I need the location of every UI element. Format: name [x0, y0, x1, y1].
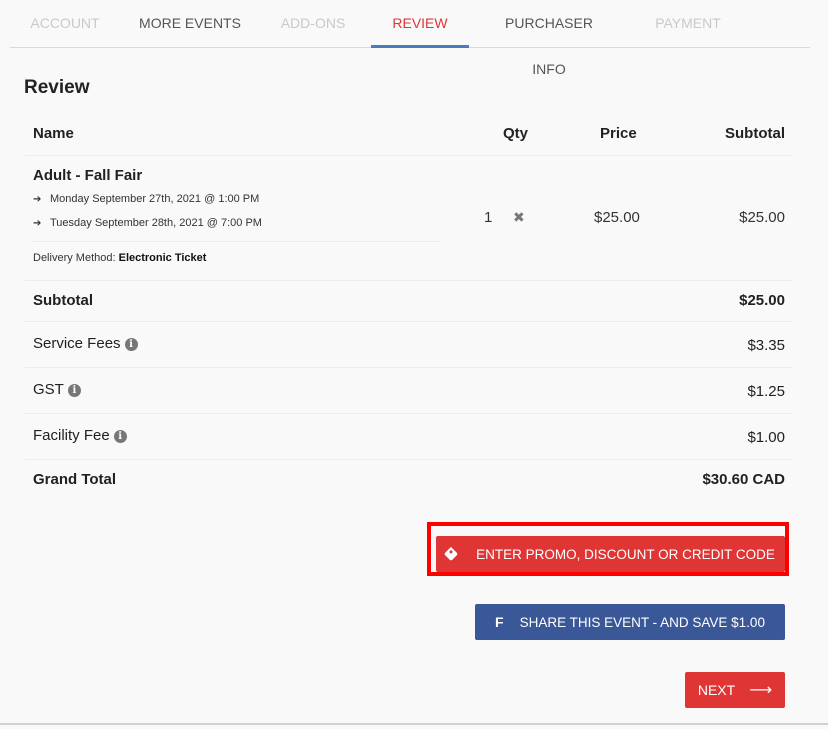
tab-payment[interactable]: PAYMENT: [646, 0, 730, 46]
divider: [25, 280, 792, 281]
tag-icon: [444, 546, 459, 562]
column-header-subtotal: Subtotal: [725, 125, 785, 142]
item-qty: 1: [484, 209, 493, 226]
delivery-method: Delivery Method: Electronic Ticket: [33, 252, 206, 264]
column-header-qty: Qty: [503, 125, 529, 142]
facebook-icon: f: [495, 614, 504, 630]
end-date-text: Tuesday September 28th, 2021 @ 7:00 PM: [50, 217, 262, 229]
tab-account[interactable]: ACCOUNT: [24, 0, 106, 46]
divider: [25, 413, 792, 414]
subtotal-label: Subtotal: [33, 292, 93, 309]
info-icon[interactable]: i: [67, 384, 81, 397]
divider: [25, 459, 792, 460]
delivery-label: Delivery Method:: [33, 252, 116, 264]
checkout-steps-tabs: ACCOUNT MORE EVENTS ADD-ONS REVIEW PURCH…: [10, 0, 810, 77]
next-label: NEXT: [697, 682, 736, 698]
divider: [0, 723, 828, 725]
end-date: ➔ Tuesday September 28th, 2021 @ 7:00 PM: [33, 217, 262, 229]
gst-label: GST: [33, 381, 64, 398]
tab-add-ons[interactable]: ADD-ONS: [276, 0, 350, 46]
item-subtotal: $25.00: [739, 209, 785, 226]
facility-fee-label: Facility Fee: [33, 427, 110, 444]
share-event-label: SHARE THIS EVENT - AND SAVE $1.00: [519, 614, 765, 630]
item-price: $25.00: [594, 209, 640, 226]
item-name: Adult - Fall Fair: [33, 167, 143, 184]
service-fees-label: Service Fees: [33, 335, 121, 352]
page-title: Review: [24, 77, 90, 98]
arrow-right-icon: ⟶: [749, 682, 773, 699]
start-date-text: Monday September 27th, 2021 @ 1:00 PM: [50, 193, 260, 205]
subtotal-value: $25.00: [739, 292, 785, 309]
gst-value: $1.25: [747, 383, 785, 400]
tab-review[interactable]: REVIEW: [371, 0, 469, 48]
promo-code-button[interactable]: ENTER PROMO, DISCOUNT OR CREDIT CODE: [436, 536, 785, 572]
divider: [25, 321, 792, 322]
facility-fee-value: $1.00: [747, 429, 785, 446]
divider: [25, 155, 792, 156]
tab-purchaser-info[interactable]: PURCHASER INFO: [490, 0, 608, 77]
divider: [25, 367, 792, 368]
promo-code-label: ENTER PROMO, DISCOUNT OR CREDIT CODE: [476, 546, 775, 562]
column-header-name: Name: [33, 125, 74, 142]
sign-in-icon: ➔: [33, 194, 42, 205]
delivery-value: Electronic Ticket: [118, 252, 207, 264]
remove-item-icon[interactable]: ✖: [513, 209, 525, 226]
service-fees-value: $3.35: [747, 337, 785, 354]
info-icon[interactable]: i: [124, 338, 138, 351]
column-header-price: Price: [600, 125, 637, 142]
info-icon[interactable]: i: [113, 430, 127, 443]
sign-out-icon: ➔: [33, 218, 42, 229]
start-date: ➔ Monday September 27th, 2021 @ 1:00 PM: [33, 193, 259, 205]
grand-total-label: Grand Total: [33, 471, 117, 488]
grand-total-value: $30.60 CAD: [702, 471, 785, 488]
share-event-button[interactable]: f SHARE THIS EVENT - AND SAVE $1.00: [475, 604, 785, 640]
divider: [33, 241, 440, 242]
tab-more-events[interactable]: MORE EVENTS: [134, 0, 246, 46]
next-button[interactable]: NEXT ⟶: [685, 672, 785, 708]
